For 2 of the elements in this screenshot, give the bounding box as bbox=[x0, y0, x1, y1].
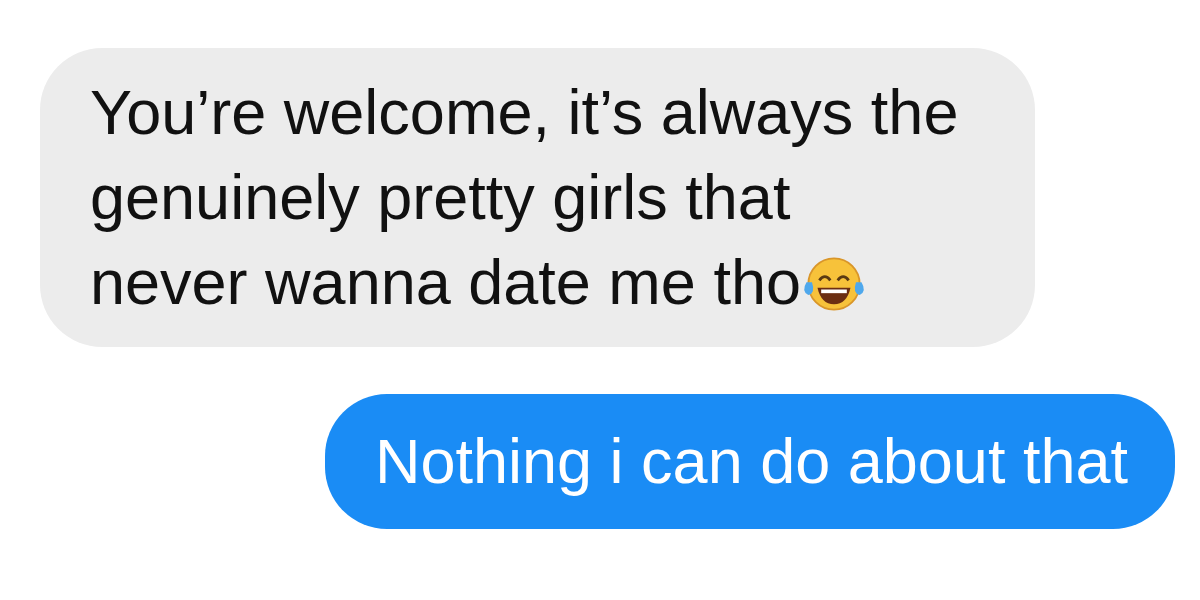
message-text: Nothing i can do about that bbox=[374, 426, 1128, 496]
message-text: You’re welcome, it’s always the genuinely pretty girls that never wanna date me tho bbox=[90, 77, 959, 317]
